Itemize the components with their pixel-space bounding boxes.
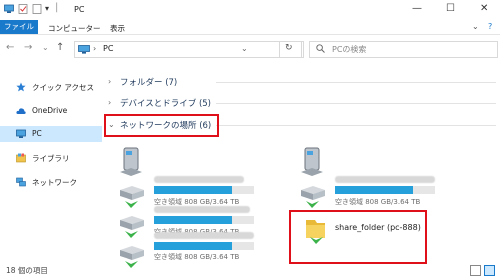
nav-item-pc[interactable]: PC (0, 126, 102, 142)
title-divider: | (55, 2, 59, 13)
nav-label: ライブラリ (32, 154, 70, 163)
tile-name-redacted (335, 176, 435, 183)
maximize-button[interactable]: ☐ (446, 3, 455, 14)
item-count: 18 個の項目 (6, 266, 48, 275)
cloud-icon (16, 108, 26, 114)
refresh-button[interactable]: ↻ (279, 41, 302, 58)
back-button[interactable]: ← (6, 42, 14, 53)
highlight-box-network (104, 114, 219, 137)
refresh-icon: ↻ (285, 43, 293, 53)
tile-name-redacted (154, 206, 250, 213)
forward-button[interactable]: → (24, 42, 32, 53)
share-folder-name: share_folder (pc-888) (335, 223, 421, 232)
minimize-button[interactable]: — (412, 3, 422, 14)
nav-item-libraries[interactable]: ライブラリ (0, 150, 102, 166)
nav-item-quick-access[interactable]: クイック アクセス (0, 79, 102, 95)
nav-label: クイック アクセス (32, 83, 95, 92)
pc-icon (78, 45, 90, 54)
new-folder-icon[interactable] (32, 4, 42, 14)
group-devices[interactable]: › デバイスとドライブ (5) (106, 96, 496, 110)
search-icon (316, 44, 325, 53)
usage-bar-fill (154, 186, 232, 194)
group-folders[interactable]: › フォルダー (7) (106, 75, 496, 89)
details-view-icon[interactable] (470, 265, 481, 276)
nav-item-network[interactable]: ネットワーク (0, 174, 102, 190)
properties-icon[interactable] (18, 4, 28, 14)
tab-file[interactable]: ファイル (0, 20, 38, 34)
up-button[interactable]: ↑ (56, 42, 64, 53)
chevron-right-icon[interactable]: › (108, 98, 111, 107)
tile-free-space: 空き領域 808 GB/3.64 TB (154, 253, 240, 261)
usage-bar (154, 216, 254, 224)
address-row: ← → ⌄ ↑ › PC ⌄ ↻ PCの検索 (0, 37, 500, 61)
search-placeholder: PCの検索 (332, 45, 367, 54)
server-icon (301, 147, 323, 176)
chevron-right-icon[interactable]: › (108, 77, 111, 86)
usage-bar (335, 186, 435, 194)
usage-bar-fill (154, 242, 232, 250)
group-divider (216, 103, 496, 104)
quick-access-toolbar-dropdown[interactable]: ▾ (45, 4, 49, 13)
nav-label: PC (32, 129, 42, 138)
usage-bar-fill (335, 186, 413, 194)
tab-view[interactable]: 表示 (110, 23, 125, 34)
group-label-devices: デバイスとドライブ (5) (120, 99, 211, 109)
group-divider (216, 125, 496, 126)
status-bar: 18 個の項目 (0, 262, 500, 277)
breadcrumb-separator[interactable]: › (93, 44, 96, 53)
content-pane: › フォルダー (7) › デバイスとドライブ (5) ⌄ ネットワークの場所 … (102, 64, 500, 268)
ribbon-tabs: ファイル コンピューター 表示 ⌄ ? (0, 20, 500, 35)
window-title: PC (74, 5, 85, 14)
address-dropdown[interactable]: ⌄ (241, 44, 248, 53)
usage-bar (154, 186, 254, 194)
title-bar: ▾ | PC — ☐ ✕ (0, 0, 500, 20)
group-divider (216, 82, 496, 83)
tile-free-space: 空き領域 808 GB/3.64 TB (335, 198, 421, 206)
recent-locations-dropdown[interactable]: ⌄ (42, 43, 49, 52)
star-icon (16, 82, 26, 92)
close-button[interactable]: ✕ (480, 3, 488, 14)
network-icon (16, 177, 26, 187)
group-label-folders: フォルダー (7) (120, 78, 178, 88)
computer-icon (16, 129, 26, 138)
tile-name-redacted (154, 176, 244, 183)
library-icon (16, 153, 26, 163)
highlight-box-share-folder (289, 210, 427, 264)
usage-bar-fill (154, 216, 232, 224)
usage-bar (154, 242, 254, 250)
server-icon (120, 147, 142, 176)
ribbon-expand-icon[interactable]: ⌄ (472, 22, 479, 31)
tab-computer[interactable]: コンピューター (48, 23, 101, 34)
search-input[interactable]: PCの検索 (309, 41, 498, 58)
nav-label: ネットワーク (32, 178, 77, 187)
nav-item-onedrive[interactable]: OneDrive (0, 103, 102, 119)
tiles-view-icon[interactable] (484, 265, 495, 276)
address-bar[interactable]: › PC ⌄ (74, 41, 304, 58)
pc-window-icon (4, 4, 14, 13)
breadcrumb-pc[interactable]: PC (103, 44, 113, 53)
nav-label: OneDrive (32, 106, 68, 115)
tile-name-redacted (154, 232, 254, 239)
help-icon[interactable]: ? (488, 22, 492, 31)
